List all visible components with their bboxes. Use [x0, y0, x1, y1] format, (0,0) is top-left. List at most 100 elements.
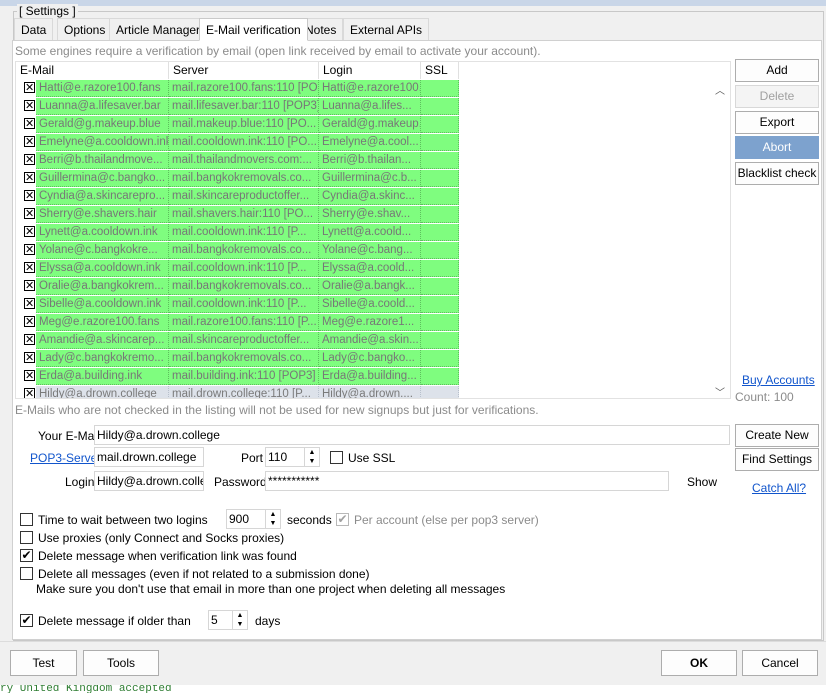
- row-checkbox[interactable]: ✕: [24, 82, 35, 94]
- older-than-spinner-icon[interactable]: ▲ ▼: [232, 611, 247, 629]
- cell-server: mail.building.ink:110 [POP3]: [169, 368, 319, 385]
- table-row[interactable]: ✕ Sherry@e.shavers.hair mail.shavers.hair:…: [16, 206, 730, 224]
- delete-verified-label: Delete message when verification link wa…: [38, 549, 297, 563]
- delete-all-checkbox[interactable]: [20, 567, 33, 580]
- row-checkbox[interactable]: ✕: [24, 154, 35, 166]
- settings-window: [ Settings ] Data Options Article Manage…: [0, 0, 826, 693]
- wait-unit-label: seconds: [287, 513, 332, 527]
- cell-ssl: [421, 170, 459, 187]
- pop3-server-input[interactable]: mail.drown.college: [94, 447, 204, 467]
- row-checkbox[interactable]: ✕: [24, 352, 35, 364]
- column-header-login[interactable]: Login: [319, 62, 421, 79]
- table-row[interactable]: ✕ Lynett@a.cooldown.ink mail.cooldown.ink:…: [16, 224, 730, 242]
- port-input[interactable]: 110 ▲ ▼: [265, 447, 320, 467]
- table-row[interactable]: ✕ Elyssa@a.cooldown.ink mail.cooldown.ink:…: [16, 260, 730, 278]
- buy-accounts-link[interactable]: Buy Accounts: [742, 373, 815, 387]
- table-row[interactable]: ✕ Yolane@c.bangkokre... mail.bangkokremova…: [16, 242, 730, 260]
- create-new-button[interactable]: Create New: [735, 424, 819, 447]
- test-button[interactable]: Test: [10, 650, 77, 676]
- cell-email: Hildy@a.drown.college: [36, 386, 169, 398]
- table-row[interactable]: ✕ Erda@a.building.ink mail.building.ink:11…: [16, 368, 730, 386]
- row-checkbox[interactable]: ✕: [24, 262, 35, 274]
- table-row[interactable]: ✕ Guillermina@c.bangko... mail.bangkokremo…: [16, 170, 730, 188]
- cell-login: Oralie@a.bangk...: [319, 278, 421, 295]
- tab-external-apis[interactable]: External APIs: [343, 18, 430, 40]
- email-list[interactable]: E-Mail Server Login SSL ✕ Hatti@e.razore1…: [15, 61, 731, 399]
- table-row[interactable]: ✕ Berri@b.thailandmove... mail.thailandmov…: [16, 152, 730, 170]
- table-row[interactable]: ✕ Hildy@a.drown.college mail.drown.college…: [16, 386, 730, 398]
- row-checkbox[interactable]: ✕: [24, 334, 35, 346]
- row-checkbox[interactable]: ✕: [24, 280, 35, 292]
- tab-options[interactable]: Options: [57, 18, 113, 40]
- cell-server: mail.skincareproductoffer...: [169, 332, 319, 349]
- ok-button[interactable]: OK: [661, 650, 737, 676]
- blacklist-check-button[interactable]: Blacklist check: [735, 162, 819, 185]
- use-proxies-checkbox[interactable]: [20, 531, 33, 544]
- cell-email: Guillermina@c.bangko...: [36, 170, 169, 187]
- row-checkbox[interactable]: ✕: [24, 118, 35, 130]
- table-row[interactable]: ✕ Hatti@e.razore100.fans mail.razore100.fa…: [16, 80, 730, 98]
- tab-data[interactable]: Data: [14, 18, 54, 40]
- catch-all-link[interactable]: Catch All?: [752, 481, 806, 495]
- cell-login: Lady@c.bangko...: [319, 350, 421, 367]
- your-email-label: Your E-Mail: [38, 429, 100, 443]
- table-row[interactable]: ✕ Lady@c.bangkokremo... mail.bangkokremova…: [16, 350, 730, 368]
- add-button[interactable]: Add: [735, 59, 819, 82]
- row-checkbox[interactable]: ✕: [24, 298, 35, 310]
- table-row[interactable]: ✕ Oralie@a.bangkokrem... mail.bangkokremov…: [16, 278, 730, 296]
- row-checkbox[interactable]: ✕: [24, 244, 35, 256]
- cell-ssl: [421, 242, 459, 259]
- older-than-days-input[interactable]: 5 ▲ ▼: [208, 610, 248, 630]
- cancel-button[interactable]: Cancel: [742, 650, 818, 676]
- delete-all-note: Make sure you don't use that email in mo…: [36, 582, 506, 596]
- row-checkbox[interactable]: ✕: [24, 136, 35, 148]
- wait-spinner-icon[interactable]: ▲ ▼: [265, 510, 280, 528]
- abort-button[interactable]: Abort: [735, 136, 819, 159]
- tab-email-verification[interactable]: E-Mail verification: [199, 18, 308, 41]
- row-checkbox[interactable]: ✕: [24, 172, 35, 184]
- table-row[interactable]: ✕ Gerald@g.makeup.blue mail.makeup.blue:11…: [16, 116, 730, 134]
- row-checkbox[interactable]: ✕: [24, 370, 35, 382]
- cell-ssl: [421, 368, 459, 385]
- wait-seconds-input[interactable]: 900 ▲ ▼: [226, 509, 281, 529]
- use-ssl-checkbox[interactable]: [330, 451, 343, 464]
- cell-server: mail.shavers.hair:110 [PO...: [169, 206, 319, 223]
- table-row[interactable]: ✕ Emelyne@a.cooldown.ink mail.cooldown.ink…: [16, 134, 730, 152]
- delete-older-checkbox[interactable]: ✔: [20, 614, 33, 627]
- scroll-down-icon[interactable]: ﹀: [715, 384, 725, 398]
- cell-ssl: [421, 134, 459, 151]
- column-header-ssl[interactable]: SSL: [421, 62, 459, 79]
- table-row[interactable]: ✕ Sibelle@a.cooldown.ink mail.cooldown.ink…: [16, 296, 730, 314]
- row-checkbox[interactable]: ✕: [24, 388, 35, 398]
- password-input[interactable]: ***********: [265, 471, 669, 491]
- cell-email: Sibelle@a.cooldown.ink: [36, 296, 169, 313]
- cell-server: mail.cooldown.ink:110 [PO...: [169, 134, 319, 151]
- port-spinner-icon[interactable]: ▲ ▼: [304, 448, 319, 466]
- row-checkbox[interactable]: ✕: [24, 316, 35, 328]
- export-button[interactable]: Export: [735, 111, 819, 134]
- tools-button[interactable]: Tools: [83, 650, 159, 676]
- row-checkbox[interactable]: ✕: [24, 100, 35, 112]
- table-row[interactable]: ✕ Cyndia@a.skincarepro... mail.skincarepro…: [16, 188, 730, 206]
- row-checkbox[interactable]: ✕: [24, 190, 35, 202]
- table-row[interactable]: ✕ Amandie@a.skincarep... mail.skincareprod…: [16, 332, 730, 350]
- scroll-up-icon[interactable]: ︿: [715, 82, 725, 97]
- cell-server: mail.skincareproductoffer...: [169, 188, 319, 205]
- find-settings-button[interactable]: Find Settings: [735, 448, 819, 471]
- column-header-server[interactable]: Server: [169, 62, 319, 79]
- per-account-checkbox[interactable]: ✔: [336, 513, 349, 526]
- row-checkbox[interactable]: ✕: [24, 226, 35, 238]
- column-header-email[interactable]: E-Mail: [16, 62, 169, 79]
- delete-button[interactable]: Delete: [735, 85, 819, 108]
- login-input[interactable]: Hildy@a.drown.colleg: [94, 471, 204, 491]
- pop3-server-link[interactable]: POP3-Server: [30, 451, 101, 465]
- wait-between-logins-checkbox[interactable]: [20, 513, 33, 526]
- your-email-input[interactable]: Hildy@a.drown.college: [94, 425, 730, 445]
- tab-article-manager[interactable]: Article Manager: [109, 18, 208, 40]
- delete-verified-checkbox[interactable]: ✔: [20, 549, 33, 562]
- cell-ssl: [421, 224, 459, 241]
- table-row[interactable]: ✕ Luanna@a.lifesaver.bar mail.lifesaver.ba…: [16, 98, 730, 116]
- row-checkbox[interactable]: ✕: [24, 208, 35, 220]
- table-row[interactable]: ✕ Meg@e.razore100.fans mail.razore100.fans…: [16, 314, 730, 332]
- show-password-toggle[interactable]: Show: [687, 475, 717, 489]
